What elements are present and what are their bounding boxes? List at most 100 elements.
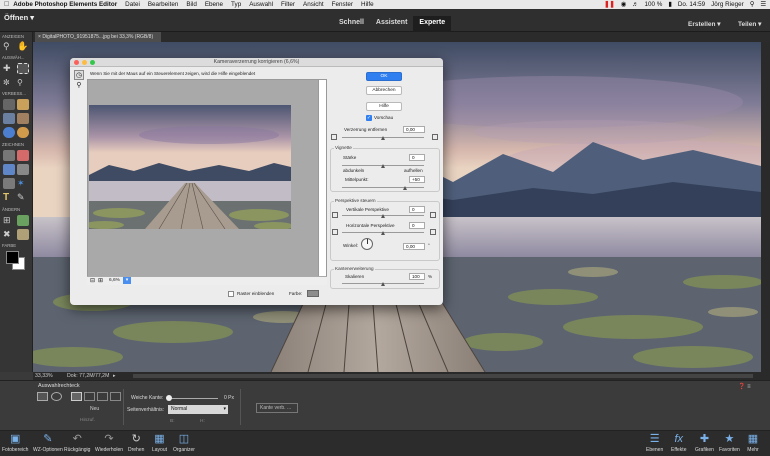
midpoint-knob[interactable] [403, 186, 407, 190]
aspect-select[interactable]: Normal ▾ [168, 405, 228, 414]
horizontal-perspective-knob[interactable] [381, 231, 385, 235]
rect-marquee-icon[interactable] [37, 392, 48, 401]
grid-color-swatch[interactable] [307, 290, 319, 297]
wifi-icon[interactable]: ◉ [621, 1, 627, 8]
new-selection-icon[interactable] [71, 392, 82, 401]
ellipse-marquee-icon[interactable] [51, 392, 62, 401]
feather-slider[interactable] [168, 398, 218, 399]
intersect-selection-icon[interactable] [110, 392, 121, 401]
zoom-readout[interactable]: 33,33% [35, 373, 53, 379]
clone-stamp-icon[interactable] [17, 113, 29, 124]
menu-hilfe[interactable]: Hilfe [361, 1, 374, 8]
scale-field[interactable]: 100 [409, 273, 425, 280]
layers-button[interactable]: ☰ Ebenen [646, 433, 663, 453]
eraser-tool-icon[interactable] [17, 150, 29, 161]
zoom-window-icon[interactable] [90, 60, 95, 65]
blur-tool-icon[interactable] [3, 127, 15, 138]
recompose-tool-icon[interactable] [17, 215, 29, 226]
zoom-tool-icon[interactable]: ⚲ [74, 82, 84, 90]
vertical-scrollbar[interactable] [761, 42, 770, 372]
scale-knob[interactable] [381, 282, 385, 286]
eyedropper-icon[interactable] [3, 178, 15, 189]
zoom-out-icon[interactable]: ⊟ [90, 277, 95, 284]
open-button[interactable]: Öffnen ▾ [4, 13, 34, 22]
custom-shape-icon[interactable]: ✶ [17, 178, 29, 189]
close-icon[interactable]: × [38, 34, 41, 40]
preview-vscrollbar[interactable] [318, 80, 326, 276]
rotate-button[interactable]: ↻ Drehen [128, 433, 144, 453]
pause-icon[interactable]: ❚❚ [604, 1, 615, 8]
subtract-selection-icon[interactable] [97, 392, 108, 401]
tab-assistent[interactable]: Assistent [370, 16, 414, 32]
remove-distortion-tool-icon[interactable]: ◷ [74, 70, 84, 80]
ok-button[interactable]: OK [366, 72, 402, 81]
search-icon[interactable]: ⚲ [750, 1, 755, 8]
midpoint-field[interactable]: +50 [409, 176, 425, 183]
menu-typ[interactable]: Typ [231, 1, 241, 8]
create-button[interactable]: Erstellen ▾ [688, 20, 721, 28]
preview-area[interactable] [87, 79, 327, 285]
cancel-button[interactable]: Abbrechen [366, 86, 402, 95]
spot-healing-icon[interactable] [17, 99, 29, 110]
brush-tool-icon[interactable] [3, 150, 15, 161]
menu-ebene[interactable]: Ebene [205, 1, 223, 8]
vertical-perspective-knob[interactable] [381, 214, 385, 218]
lasso-tool-icon[interactable]: ✼ [3, 77, 15, 88]
distortion-field[interactable]: 0,00 [403, 126, 425, 133]
graphics-button[interactable]: ✚ Grafiken [695, 433, 714, 453]
battery-icon[interactable]: ▮ [668, 1, 671, 8]
close-window-icon[interactable] [74, 60, 79, 65]
add-selection-icon[interactable] [84, 392, 95, 401]
gradient-tool-icon[interactable] [17, 164, 29, 175]
menu-datei[interactable]: Datei [125, 1, 140, 8]
vignette-strength-knob[interactable] [381, 164, 385, 168]
organizer-button[interactable]: ◫ Organizer [173, 433, 195, 453]
vignette-strength-field[interactable]: 0 [409, 154, 425, 161]
menu-ansicht[interactable]: Ansicht [303, 1, 324, 8]
effects-button[interactable]: fx Effekte [671, 433, 686, 453]
refine-edge-button[interactable]: Kante verb. ... [256, 403, 298, 413]
minimize-window-icon[interactable] [82, 60, 87, 65]
photo-bin-button[interactable]: ▣ Fotobereich [2, 433, 28, 453]
redo-button[interactable]: ↷ Wiederholen [95, 433, 123, 453]
apple-icon[interactable]:  [4, 1, 9, 8]
marquee-tool-icon[interactable] [17, 63, 29, 74]
preview-checkbox[interactable]: ✓ [366, 115, 372, 121]
pencil-tool-icon[interactable]: ✎ [17, 192, 29, 203]
feather-slider-knob[interactable] [166, 395, 172, 401]
sponge-tool-icon[interactable] [17, 127, 29, 138]
battery-label[interactable]: 100 % [645, 1, 663, 8]
chevron-down-icon[interactable]: ▾ [123, 277, 131, 284]
document-tab[interactable]: × DigitalPHOTO_91951875...jpg bei 33,3% … [35, 32, 161, 42]
quick-selection-icon[interactable]: ⚲ [17, 77, 29, 88]
menu-fenster[interactable]: Fenster [332, 1, 353, 8]
grid-checkbox[interactable] [228, 291, 234, 297]
menu-auswahl[interactable]: Auswahl [249, 1, 273, 8]
midpoint-slider[interactable] [342, 187, 424, 188]
distortion-slider-knob[interactable] [381, 136, 385, 140]
menu-filter[interactable]: Filter [281, 1, 295, 8]
zoom-in-icon[interactable]: ⊞ [98, 277, 103, 284]
menu-bearbeiten[interactable]: Bearbeiten [148, 1, 178, 8]
share-button[interactable]: Teilen ▾ [738, 20, 761, 28]
zoom-tool-icon[interactable]: ⚲ [3, 41, 15, 52]
clock[interactable]: Do. 14:59 [678, 1, 705, 8]
angle-dial[interactable] [361, 238, 373, 250]
horizontal-perspective-field[interactable]: 0 [409, 222, 425, 229]
smart-brush-icon[interactable] [3, 113, 15, 124]
crop-tool-icon[interactable]: ⊞ [3, 215, 15, 226]
help-button[interactable]: Hilfe [366, 102, 402, 111]
angle-field[interactable]: 0,00 [403, 243, 425, 250]
menu-list-icon[interactable]: ☰ [760, 1, 766, 8]
horizontal-scrollbar[interactable] [133, 374, 753, 378]
hand-tool-icon[interactable]: ✋ [17, 41, 29, 52]
menu-bild[interactable]: Bild [186, 1, 197, 8]
paint-bucket-icon[interactable] [3, 164, 15, 175]
zoom-value[interactable]: 6,6% [109, 278, 120, 283]
app-menu[interactable]: Adobe Photoshop Elements Editor [13, 1, 117, 8]
volume-icon[interactable]: ♬ [632, 1, 638, 8]
help-icon[interactable]: ❓ ≡ [738, 383, 751, 390]
foreground-color-swatch[interactable] [6, 251, 19, 264]
user-name[interactable]: Jörg Rieger [711, 1, 744, 8]
content-aware-move-icon[interactable]: ✖ [3, 229, 15, 240]
